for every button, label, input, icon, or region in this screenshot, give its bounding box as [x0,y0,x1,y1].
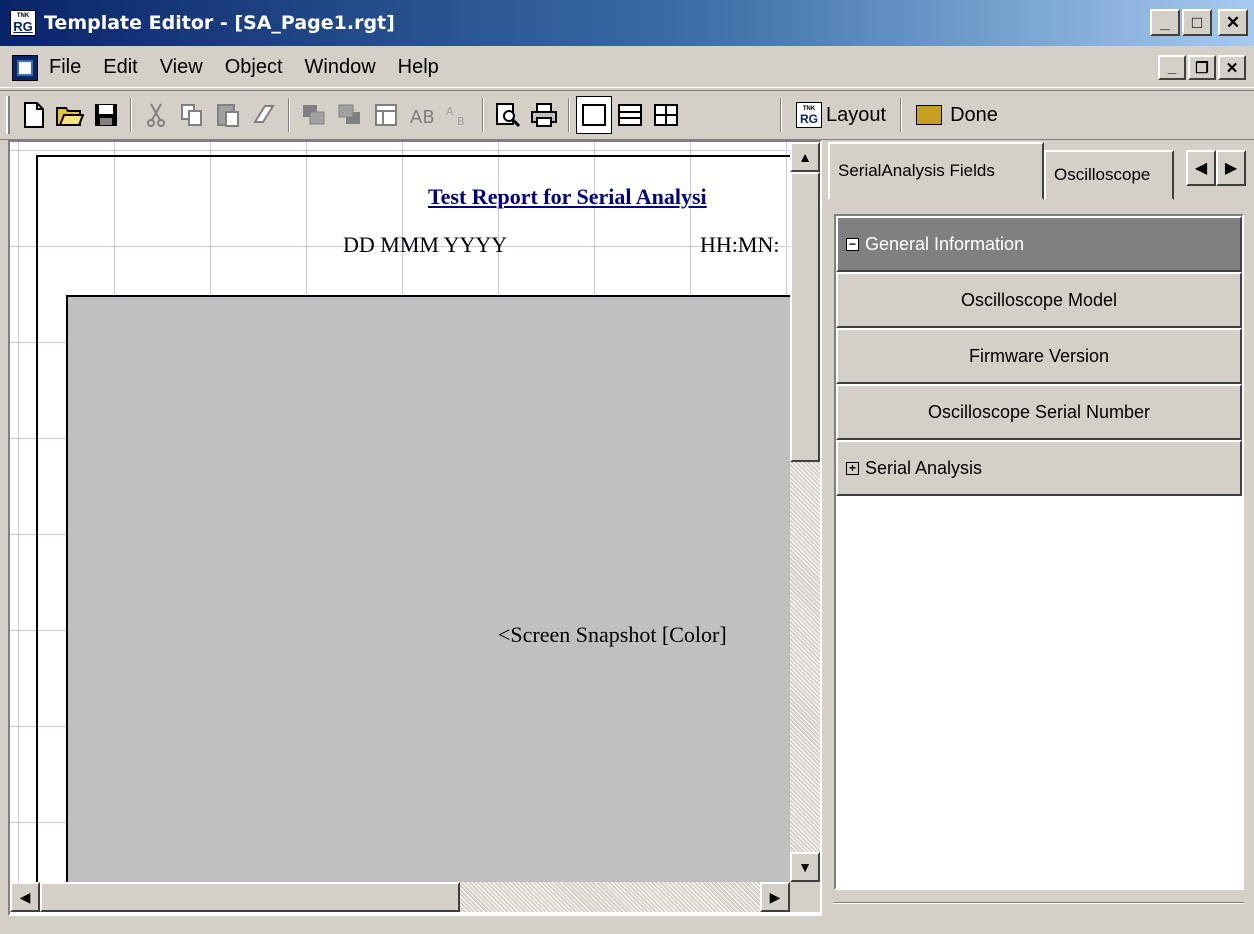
toolbar-separator [482,98,484,132]
time-field[interactable]: HH:MN: [700,232,779,258]
tree-item-label: Firmware Version [968,345,1110,366]
horizontal-split-icon[interactable] [612,96,648,134]
send-back-icon[interactable] [332,96,368,134]
tree-item-oscilloscope-model[interactable]: Oscilloscope Model [836,272,1242,328]
copy-icon[interactable] [174,96,210,134]
save-icon[interactable] [88,96,124,134]
template-editor-window: TNK RG Template Editor - [SA_Page1.rgt] … [0,0,1254,934]
document-icon[interactable] [12,54,38,81]
minimize-button[interactable]: _ [1150,9,1180,36]
snapshot-label: <Screen Snapshot [Color] [498,622,727,647]
doc-close-button[interactable]: ✕ [1218,55,1246,80]
vertical-scroll-thumb[interactable] [790,172,820,462]
tab-scroll-right-button[interactable]: ▶ [1216,150,1246,186]
svg-text:B: B [457,115,465,127]
date-field[interactable]: DD MMM YYYY [343,232,507,258]
done-button[interactable]: Done [908,104,1006,127]
screen-snapshot-field[interactable]: <Screen Snapshot [Color] [66,295,790,882]
done-label: Done [950,103,998,126]
report-title-field[interactable]: Test Report for Serial Analysi [428,184,707,210]
new-file-icon[interactable] [16,96,52,134]
doc-restore-button[interactable]: ❐ [1188,55,1216,80]
menu-bar: File Edit View Object Window Help _ ❐ ✕ [0,48,1254,88]
eraser-icon[interactable] [246,96,282,134]
tree-item-label: Oscilloscope Serial Number [927,401,1151,422]
tree-group-general-information[interactable]: − General Information [836,216,1242,272]
scroll-corner [790,882,820,912]
layout-label: Layout [826,103,887,126]
vertical-scrollbar[interactable]: ▲ ▼ [790,142,820,882]
svg-text:A: A [446,105,454,118]
bring-front-icon[interactable] [296,96,332,134]
horizontal-scroll-thumb[interactable] [40,882,460,912]
layout-button[interactable]: TNK RG Layout [788,102,894,128]
toolbar-grip[interactable] [6,96,10,134]
group-label: Serial Analysis [865,457,983,478]
toolbar: AB AB TNK RG Layout Done [0,90,1254,140]
print-preview-icon[interactable] [490,96,526,134]
open-folder-icon[interactable] [52,96,88,134]
paste-icon[interactable] [210,96,246,134]
tab-scroll-left-button[interactable]: ◀ [1186,150,1216,186]
page-border-left [36,155,38,882]
quad-layout-icon[interactable] [648,96,684,134]
maximize-button[interactable]: □ [1182,9,1212,36]
single-layout-icon[interactable] [576,96,612,134]
report-canvas[interactable]: Test Report for Serial Analysi DD MMM YY… [10,142,790,882]
tree-item-oscilloscope-serial-number[interactable]: Oscilloscope Serial Number [836,384,1242,440]
collapse-icon[interactable]: − [846,237,859,251]
scroll-down-button[interactable]: ▼ [790,852,820,882]
toolbar-separator [568,98,570,132]
tree-item-firmware-version[interactable]: Firmware Version [836,328,1242,384]
rg-app-icon[interactable]: TNK RG [10,10,36,36]
toolbar-separator [900,98,903,132]
fields-tree: − General Information Oscilloscope Model… [834,214,1244,890]
document-controls: _ ❐ ✕ [1158,55,1246,80]
scroll-left-button[interactable]: ◀ [10,882,40,912]
page-border-top [36,155,790,157]
title-bar[interactable]: TNK RG Template Editor - [SA_Page1.rgt] … [0,0,1254,46]
menu-view[interactable]: View [149,56,214,79]
group-label: General Information [865,233,1025,254]
svg-text:AB: AB [410,107,435,127]
barcode-icon[interactable]: AB [440,96,476,134]
panel-divider [834,902,1244,904]
scroll-right-button[interactable]: ▶ [760,882,790,912]
document-area: Test Report for Serial Analysi DD MMM YY… [8,140,822,916]
panel-tabs: SerialAnalysis Fields Oscilloscope ◀ ▶ [828,142,1254,200]
window-title: Template Editor - [SA_Page1.rgt] [44,12,395,34]
menu-file[interactable]: File [38,56,92,79]
toolbar-separator [780,98,782,132]
text-field-icon[interactable]: AB [404,96,440,134]
toolbar-separator [288,98,290,132]
close-button[interactable]: ✕ [1218,9,1248,36]
menu-object[interactable]: Object [214,56,294,79]
tab-oscilloscope[interactable]: Oscilloscope [1044,150,1174,200]
scroll-up-button[interactable]: ▲ [790,142,820,172]
expand-icon[interactable]: + [846,461,859,475]
menu-edit[interactable]: Edit [92,56,148,79]
print-icon[interactable] [526,96,562,134]
properties-icon[interactable] [368,96,404,134]
tree-group-serial-analysis[interactable]: + Serial Analysis [836,440,1242,496]
tab-scroll-arrows: ◀ ▶ [1186,150,1246,186]
tab-serialanalysis-fields[interactable]: SerialAnalysis Fields [828,142,1044,200]
tree-item-label: Oscilloscope Model [960,289,1118,310]
menu-help[interactable]: Help [387,56,450,79]
doc-minimize-button[interactable]: _ [1158,55,1186,80]
rg-layout-icon: TNK RG [796,102,822,128]
fields-panel: SerialAnalysis Fields Oscilloscope ◀ ▶ −… [828,142,1254,934]
menu-window[interactable]: Window [294,56,387,79]
toolbar-separator [130,98,132,132]
done-folder-icon [916,105,943,125]
window-controls: _ □ ✕ [1150,9,1248,36]
horizontal-scrollbar[interactable]: ◀ ▶ [10,882,790,912]
cut-icon[interactable] [138,96,174,134]
